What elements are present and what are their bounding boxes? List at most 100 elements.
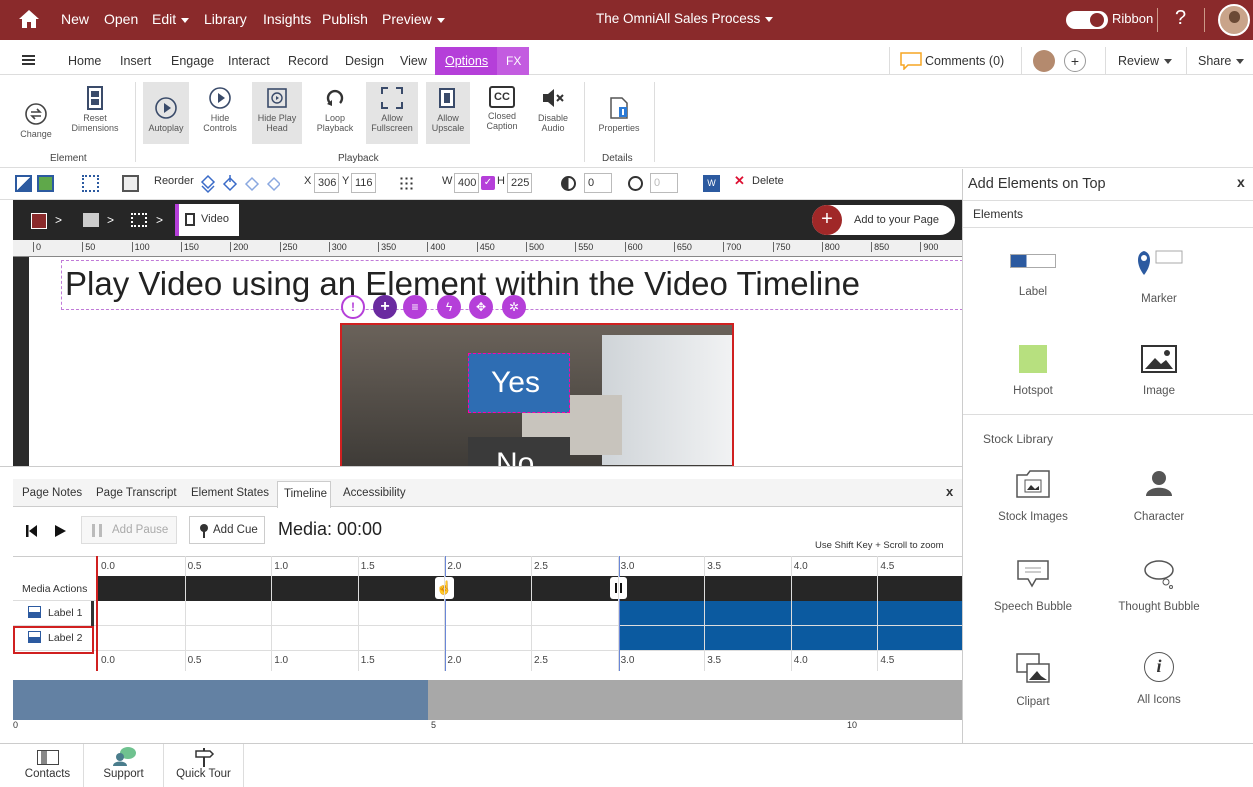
tab-page-transcript[interactable]: Page Transcript (96, 487, 177, 499)
tab-design[interactable]: Design (345, 47, 384, 75)
menu-open[interactable]: Open (104, 11, 138, 27)
footer-support[interactable]: Support (84, 744, 164, 787)
comments-button[interactable]: Comments (0) (900, 50, 1010, 72)
media-actions-track[interactable] (98, 576, 962, 601)
stock-thought-bubble[interactable]: Thought Bubble (1089, 559, 1229, 613)
home-icon[interactable] (18, 9, 40, 29)
reorder-icons[interactable] (200, 174, 280, 194)
tab-record[interactable]: Record (288, 47, 328, 75)
change-button[interactable]: Change (14, 82, 58, 144)
no-label[interactable]: No (468, 437, 570, 467)
lock-aspect-checkbox[interactable]: ✓ (481, 176, 495, 190)
playhead[interactable] (96, 556, 98, 671)
word-icon[interactable]: W (703, 175, 720, 192)
ribbon-toggle[interactable] (1066, 11, 1108, 29)
element-marker[interactable]: Marker (1089, 247, 1229, 305)
footer-quick-tour[interactable]: Quick Tour (164, 744, 244, 787)
border-style-icon[interactable] (82, 175, 99, 192)
width-field[interactable]: 400 (454, 173, 479, 193)
hamburger-icon[interactable] (22, 55, 35, 57)
yes-label[interactable]: Yes (468, 353, 570, 413)
tab-home[interactable]: Home (68, 47, 101, 75)
stock-character[interactable]: Character (1089, 469, 1229, 523)
settings-sliders-icon[interactable]: ≡ (403, 295, 427, 319)
hide-controls-button[interactable]: Hide Controls (197, 82, 243, 144)
add-icon[interactable]: + (373, 295, 397, 319)
tab-timeline-active[interactable]: Timeline (277, 481, 331, 508)
collaborator-avatar[interactable] (1033, 50, 1055, 72)
play-icon[interactable] (53, 524, 67, 538)
loop-playback-button[interactable]: Loop Playback (311, 82, 359, 144)
share-menu[interactable]: Share (1198, 47, 1245, 75)
tab-element-states[interactable]: Element States (191, 487, 269, 499)
review-menu[interactable]: Review (1118, 47, 1172, 75)
footer-contacts[interactable]: Contacts (12, 744, 84, 787)
add-pause-button[interactable]: Add Pause (81, 516, 177, 544)
project-title[interactable]: The OmniAll Sales Process (596, 11, 774, 26)
autoplay-button[interactable]: Autoplay (143, 82, 189, 144)
move-icon[interactable]: ✥ (469, 295, 493, 319)
hide-play-head-button[interactable]: Hide Play Head (252, 82, 302, 144)
course-icon[interactable] (31, 213, 47, 229)
x-field[interactable]: 306 (314, 173, 339, 193)
timeline-tick-label: 2.0 (447, 561, 462, 572)
panel-close-button[interactable]: x (1237, 174, 1245, 190)
tab-interact[interactable]: Interact (228, 47, 270, 75)
skip-back-icon[interactable] (25, 524, 39, 538)
tab-engage[interactable]: Engage (171, 47, 214, 75)
tab-accessibility[interactable]: Accessibility (343, 487, 406, 499)
element-label[interactable]: Label (963, 254, 1103, 298)
ruler-tick: 100 (131, 242, 150, 252)
menu-preview[interactable]: Preview (382, 11, 445, 27)
tab-insert[interactable]: Insert (120, 47, 151, 75)
edit-style-icon[interactable] (122, 175, 139, 192)
delete-button[interactable]: Delete (752, 175, 784, 187)
border-color-icon[interactable] (15, 175, 32, 192)
element-hotspot[interactable]: Hotspot (963, 345, 1103, 397)
timeline-scrubber[interactable] (13, 680, 962, 720)
tab-page-notes[interactable]: Page Notes (22, 487, 82, 499)
tab-view[interactable]: View (400, 47, 427, 75)
opacity-field[interactable]: 0 (584, 173, 612, 193)
ruler-tick: 350 (378, 242, 396, 252)
add-to-page-button[interactable]: + Add to your Page (812, 205, 955, 235)
lightning-icon[interactable]: ϟ (437, 295, 461, 319)
menu-new[interactable]: New (61, 11, 89, 27)
breadcrumb-video[interactable]: Video (175, 204, 239, 236)
allow-upscale-button[interactable]: Allow Upscale (426, 82, 470, 144)
properties-button[interactable]: Properties (592, 82, 646, 144)
menu-insights[interactable]: Insights (263, 11, 311, 27)
help-button[interactable]: ? (1175, 7, 1186, 30)
info-icon[interactable]: ! (341, 295, 365, 319)
allow-fullscreen-button[interactable]: Allow Fullscreen (366, 82, 418, 144)
stock-clipart[interactable]: Clipart (963, 652, 1103, 708)
y-field[interactable]: 116 (351, 173, 376, 193)
reset-dimensions-button[interactable]: Reset Dimensions (64, 82, 126, 144)
page-icon[interactable] (83, 213, 99, 227)
fill-color-icon[interactable] (37, 175, 54, 192)
scrubber-viewport[interactable] (13, 680, 428, 720)
tab-options[interactable]: Options (435, 47, 497, 75)
menu-library[interactable]: Library (204, 11, 247, 27)
delete-icon[interactable]: ✕ (734, 173, 745, 189)
menu-publish[interactable]: Publish (322, 11, 368, 27)
element-image[interactable]: Image (1089, 345, 1229, 397)
grid-icon[interactable] (399, 176, 415, 192)
tab-fx[interactable]: FX (497, 47, 529, 75)
video-element[interactable]: Yes No (340, 323, 734, 467)
pause-icon (92, 524, 102, 537)
disable-audio-button[interactable]: Disable Audio (532, 82, 574, 144)
bottom-close-button[interactable]: x (946, 484, 953, 499)
stock-images[interactable]: Stock Images (963, 467, 1103, 523)
add-collaborator-button[interactable]: + (1064, 50, 1086, 72)
rotation-field[interactable]: 0 (650, 173, 678, 193)
stock-speech-bubble[interactable]: Speech Bubble (963, 559, 1103, 613)
stock-all-icons[interactable]: i All Icons (1089, 652, 1229, 706)
avatar[interactable] (1218, 4, 1250, 36)
closed-caption-button[interactable]: CC Closed Caption (478, 82, 526, 144)
gear-icon[interactable]: ✲ (502, 295, 526, 319)
add-cue-button[interactable]: Add Cue (189, 516, 265, 544)
menu-edit[interactable]: Edit (152, 11, 190, 27)
group-icon[interactable] (131, 213, 147, 227)
height-field[interactable]: 225 (507, 173, 532, 193)
